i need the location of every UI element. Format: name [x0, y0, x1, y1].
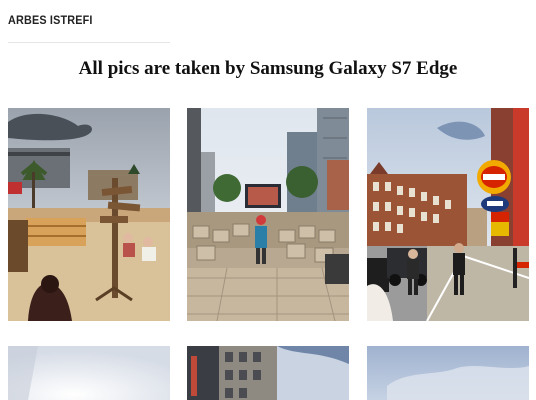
beach-photo-image — [8, 108, 170, 321]
gallery-photo-buildings[interactable] — [187, 346, 349, 400]
square-photo-image — [187, 108, 349, 321]
bright-sky-photo-image — [8, 346, 170, 400]
cloudy-sky-photo-image — [367, 346, 529, 400]
page-headline: All pics are taken by Samsung Galaxy S7 … — [78, 58, 458, 79]
gallery-photo-sky-cloudy[interactable] — [367, 346, 529, 400]
gallery-photo-sky-bright[interactable] — [8, 346, 170, 400]
gallery-photo-square[interactable] — [187, 108, 349, 321]
street-photo-image — [367, 108, 529, 321]
buildings-photo-image — [187, 346, 349, 400]
header-divider — [8, 42, 170, 43]
site-title[interactable]: ARBES ISTREFI — [8, 13, 93, 27]
gallery-photo-beach[interactable] — [8, 108, 170, 321]
gallery-photo-street[interactable] — [367, 108, 529, 321]
